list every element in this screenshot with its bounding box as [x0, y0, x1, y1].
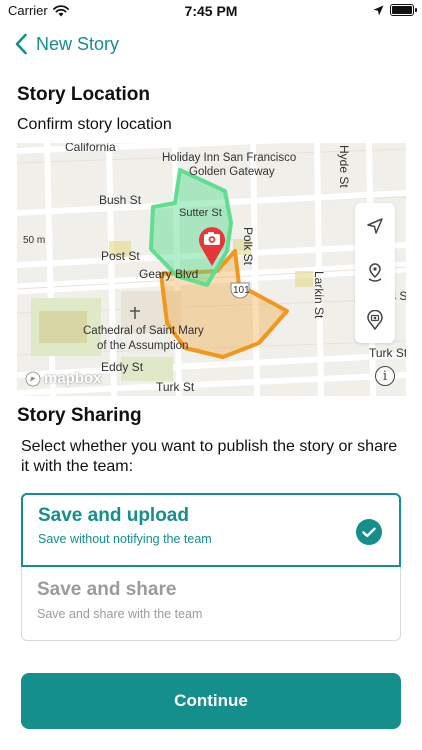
status-bar: Carrier 7:45 PM — [0, 0, 422, 22]
story-location-title: Story Location — [17, 84, 151, 105]
option-title: Save and upload — [38, 505, 189, 526]
map-label: Holiday Inn San Francisco — [162, 152, 297, 164]
highway-number: 101 — [233, 285, 250, 296]
battery-icon — [390, 4, 417, 16]
scale-label: 50 m — [23, 235, 46, 246]
option-title: Save and share — [37, 579, 177, 600]
story-sharing-description: Select whether you want to publish the s… — [21, 438, 398, 475]
camera-pin-icon[interactable] — [361, 306, 389, 334]
option-subtitle: Save and share with the team — [37, 607, 203, 621]
sharing-options: Save and upload Save without notifying t… — [21, 493, 401, 641]
option-subtitle: Save without notifying the team — [38, 532, 212, 546]
map-label: Geary Blvd — [139, 267, 199, 281]
camera-marker-icon[interactable] — [195, 223, 229, 267]
location-services-icon — [373, 5, 384, 15]
map-label: Polk St — [241, 227, 255, 266]
map-label: Sutter St — [179, 207, 222, 219]
status-right — [373, 4, 417, 16]
mapbox-logo-text: mapbox — [44, 370, 102, 387]
back-button-label: New Story — [36, 33, 120, 54]
location-arrow-icon[interactable] — [361, 212, 389, 240]
checkmark-icon — [356, 519, 382, 545]
info-icon[interactable]: i — [375, 366, 395, 386]
map-label: Post St — [101, 249, 140, 263]
map-label: Turk St — [369, 346, 406, 360]
map-label: Cathedral of Saint Mary — [83, 325, 204, 337]
map-pin-icon[interactable] — [361, 259, 389, 287]
story-sharing-title: Story Sharing — [17, 405, 142, 426]
map-label: Turk St — [156, 380, 195, 394]
map-label: California — [65, 143, 116, 154]
map-label: Eddy St — [101, 360, 144, 374]
back-button[interactable]: New Story — [14, 28, 119, 60]
map-label: Hyde St — [337, 145, 351, 188]
status-time: 7:45 PM — [184, 3, 238, 19]
map-controls — [355, 203, 395, 343]
story-location-subtitle: Confirm story location — [17, 116, 172, 133]
map-label: of the Assumption — [97, 340, 189, 352]
mapbox-logo: mapbox — [25, 370, 102, 387]
location-map[interactable]: California Holiday Inn San Francisco Gol… — [17, 143, 406, 396]
map-label: Golden Gateway — [189, 166, 275, 178]
mapbox-icon — [25, 371, 41, 386]
option-save-and-upload[interactable]: Save and upload Save without notifying t… — [21, 493, 401, 567]
map-label: Larkin St — [312, 271, 326, 319]
continue-button[interactable]: Continue — [21, 673, 401, 729]
option-save-and-share[interactable]: Save and share Save and share with the t… — [21, 567, 401, 641]
map-label: Bush St — [99, 193, 142, 207]
chevron-left-icon — [15, 33, 27, 55]
